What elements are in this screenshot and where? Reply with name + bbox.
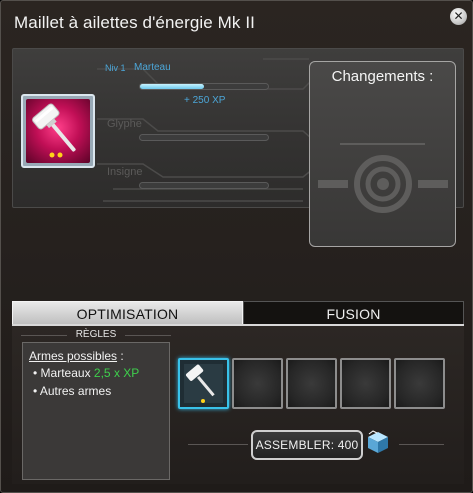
- material-slot-3[interactable]: [286, 358, 337, 409]
- close-icon: ✕: [453, 9, 464, 23]
- item-upgrade-window: Maillet à ailettes d'énergie Mk II ✕ Niv…: [0, 0, 473, 493]
- hammer-icon: [184, 364, 223, 403]
- glyph-slot-label: Glyphe: [107, 118, 142, 130]
- hammer-icon: [32, 103, 76, 158]
- material-slot-1[interactable]: [178, 358, 229, 409]
- rule-item: • Marteaux 2,5 x XP: [33, 366, 140, 380]
- changes-title: Changements :: [331, 68, 434, 85]
- possible-weapons-heading: Armes possibles :: [29, 349, 124, 363]
- divider: [188, 444, 248, 445]
- rule-item-multiplier: 2,5 x XP: [93, 366, 140, 380]
- glyph-slot-bar: [139, 134, 269, 141]
- divider: [399, 444, 444, 445]
- material-slot-2[interactable]: [232, 358, 283, 409]
- window-title: Maillet à ailettes d'énergie Mk II: [14, 13, 255, 32]
- rules-header: RÈGLES: [21, 328, 171, 342]
- rules-box: Armes possibles : • Marteaux 2,5 x XP • …: [22, 342, 170, 480]
- item-icon-frame[interactable]: [21, 94, 95, 168]
- target-emblem-icon: [318, 143, 448, 213]
- tab-bar: OPTIMISATION FUSION: [12, 301, 464, 325]
- material-slot-4[interactable]: [340, 358, 391, 409]
- xp-progress-fill: [140, 84, 204, 89]
- insignia-slot-bar: [139, 182, 269, 189]
- assemble-button[interactable]: ASSEMBLER: 400: [251, 430, 363, 460]
- rules-title: RÈGLES: [75, 329, 117, 340]
- rule-item: • Autres armes: [33, 384, 112, 398]
- rule-item-name: Autres armes: [39, 384, 112, 398]
- changes-panel: Changements :: [309, 61, 456, 247]
- material-slot-5[interactable]: [394, 358, 445, 409]
- item-rarity-background: [26, 99, 90, 163]
- title-bar: Maillet à ailettes d'énergie Mk II ✕: [1, 1, 472, 43]
- tab-optimisation[interactable]: OPTIMISATION: [12, 301, 243, 325]
- xp-gain-label: + 250 XP: [184, 95, 226, 106]
- item-type-label: Marteau: [134, 62, 171, 73]
- possible-weapons-label: Armes possibles: [29, 349, 118, 363]
- cube-material-icon: [368, 430, 388, 453]
- close-button[interactable]: ✕: [450, 8, 467, 25]
- xp-progress-bar: [139, 83, 269, 90]
- insignia-slot-label: Insigne: [107, 166, 143, 178]
- tab-fusion[interactable]: FUSION: [243, 301, 464, 325]
- rule-item-name: Marteaux: [40, 366, 91, 380]
- item-level-label: Niv 1: [105, 63, 126, 73]
- possible-weapons-colon: :: [117, 349, 124, 363]
